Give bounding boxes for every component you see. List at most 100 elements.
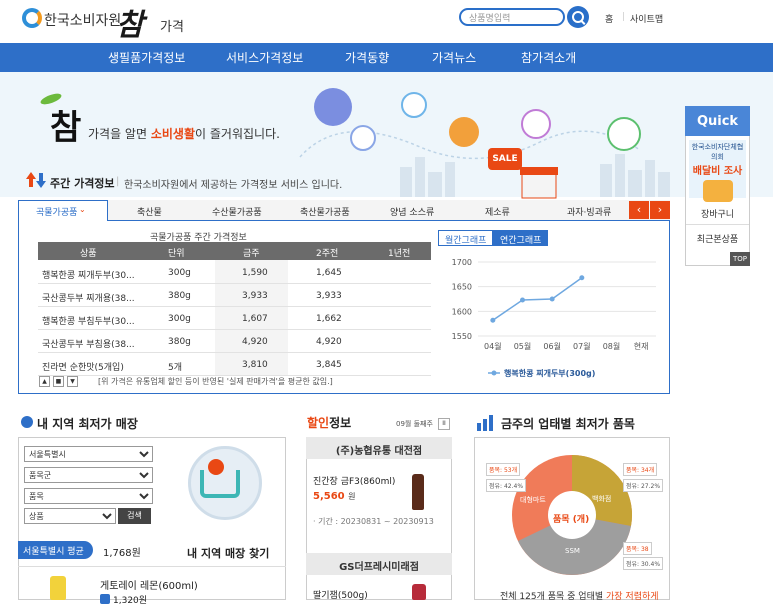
row-divider [38,329,431,330]
table-row-product[interactable]: 행복한콩 부침두부(30... [42,314,135,327]
basket-icon [314,88,352,126]
legend-label: 행복한콩 찌개두부(300g) [504,368,595,378]
avg-price-value: 1,768원 [103,548,141,559]
data-point [549,296,555,302]
nav-item-trend[interactable]: 가격동향 [345,49,389,66]
table-cell: 380g [168,337,191,347]
tab-seafood[interactable]: 수산물가공품 [212,205,262,218]
location-icon [401,92,427,118]
sale-price-1: 5,560 [313,491,345,502]
x-tick-label: 현재 [634,342,649,351]
tag-icon [350,125,376,151]
col-product: 상품 [80,249,97,259]
seg-mart: 대형마트 [520,496,546,504]
org-name[interactable]: 한국소비자원 [44,10,121,30]
table-cell: 5개 [168,363,183,373]
table-row-product[interactable]: 국산콩두부 찌개용(38... [42,291,135,304]
product-image[interactable] [50,576,66,600]
data-point [520,297,525,303]
table-stop-button[interactable]: ■ [53,376,64,387]
tab-snack[interactable]: 과자·빙과류 [567,205,611,218]
table-row-product[interactable]: 행복한콩 찌개두부(30... [42,268,135,281]
data-point [579,275,585,281]
city-select[interactable]: 서울특별시 [24,446,153,462]
category-select[interactable]: 품목군 [24,467,153,483]
series-line [492,277,583,321]
badge-ssm-share: 점유: 30.4% [623,557,664,570]
sitemap-link[interactable]: 사이트맵 [630,12,663,25]
tab-prev-button[interactable]: ‹ [629,201,649,219]
sale-product-1[interactable]: 진간장 금F3(860ml) [313,474,395,487]
table-cell: 3,933 [316,291,342,301]
tab-meat-processed[interactable]: 축산물가공품 [300,205,350,218]
y-tick-label: 1650 [452,283,472,292]
table-prev-button[interactable]: ▲ [39,376,50,387]
avg-price-tag: 서울특별시 평균가 [18,541,93,570]
divider [686,224,749,225]
badge-mart-count: 품목: 53개 [486,463,521,476]
kca-logo-icon[interactable] [22,8,42,28]
table-cell: 1,662 [316,314,342,324]
nav-item-service[interactable]: 서비스가격정보 [226,49,303,66]
quick-recent-link[interactable]: 최근본상품 [686,232,749,245]
tab-sauce[interactable]: 양념 소스류 [390,205,434,218]
product-select[interactable]: 상품 [24,508,116,524]
nav-item-goods[interactable]: 생필품가격정보 [108,49,185,66]
table-next-button[interactable]: ▼ [67,376,78,387]
nav-item-news[interactable]: 가격뉴스 [432,49,476,66]
table-cell: 1,607 [242,314,268,324]
sale-store-2[interactable]: GS더프레시미래점 [306,553,452,575]
table-row-product[interactable]: 진라면 순한맛(5개입) [42,360,124,373]
price-note: [위 가격은 유통업체 할인 등이 반영된 '실제 판매가격'을 평균한 값임.… [98,377,333,386]
item-select[interactable]: 품목 [24,488,153,504]
pie-center-label: 품목 (개) [553,515,590,525]
sale-product-image-2[interactable] [412,584,426,600]
tab-next-button[interactable]: › [650,201,670,219]
x-tick-label: 07월 [573,341,591,351]
top-button[interactable]: TOP [730,252,750,266]
updown-arrow-icon [26,172,46,188]
pause-button[interactable]: II [438,418,450,430]
tab-monthly-graph[interactable]: 월간그래프 [438,230,494,246]
tab-grain[interactable]: 곡물가공품 [36,205,77,218]
x-tick-label: 05월 [514,341,532,351]
table-cell: 1,590 [242,268,268,278]
site-logo-sub: 가격 [160,20,184,35]
table-cell: 4,920 [316,337,342,347]
best-title: 금주의 업태별 최저가 품목 [501,417,635,431]
region-item-name[interactable]: 게토레이 레몬(600ml) [100,577,198,592]
sale-product-image-1[interactable] [412,474,424,510]
search-input[interactable]: 상품명입력 [459,8,565,26]
table-cell: 4,920 [242,337,268,347]
money-bag-icon [449,117,479,147]
nav-item-about[interactable]: 참가격소개 [521,49,576,66]
promo-org: 한국소비자단체협의회 [691,143,744,161]
cart-icon [607,117,641,151]
delivery-survey-banner[interactable]: 한국소비자단체협의회 배달비 조사 [689,140,746,202]
banner-slogan: 가격을 알면 소비생활이 즐거워집니다. [88,127,280,141]
tab-yearly-graph[interactable]: 연간그래프 [493,230,549,246]
col-unit: 단위 [168,249,185,259]
table-cell: 380g [168,291,191,301]
tab-livestock[interactable]: 축산물 [137,205,162,218]
weekly-desc: 한국소비자원에서 제공하는 가격정보 서비스 입니다. [124,180,343,191]
quick-cart-link[interactable]: 장바구니 [686,207,749,220]
promo-title: 배달비 조사 [692,166,743,177]
table-row-product[interactable]: 국산콩두부 부침용(38... [42,337,135,350]
home-link[interactable]: 홈 [605,12,613,25]
find-store-label[interactable]: 내 지역 매장 찾기 [187,545,269,561]
y-tick-label: 1550 [452,332,472,341]
sale-period-1: · 기간 : 20230831 ~ 20230913 [313,517,434,526]
weekly-title: 주간 가격정보 [50,177,115,190]
divider [18,566,286,567]
site-logo[interactable]: 참 [116,0,144,44]
search-icon[interactable] [567,6,589,28]
sale-store-1[interactable]: (주)농협유통 대전점 [306,437,452,459]
region-title: 내 지역 최저가 매장 [37,417,138,431]
sale-product-2[interactable]: 딸기잼(500g) [313,588,368,601]
table-cell: 1,645 [316,268,342,278]
row-divider [38,352,431,353]
tab-pastry[interactable]: 제소류 [485,205,510,218]
badge-mart-share: 점유: 42.4% [486,479,527,492]
region-search-button[interactable]: 검색 [118,508,151,524]
